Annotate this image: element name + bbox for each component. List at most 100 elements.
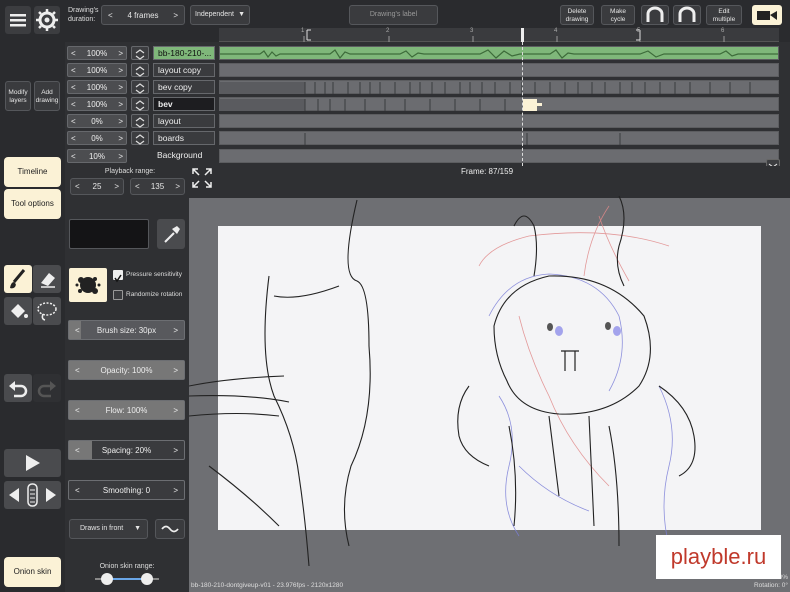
layer-opacity-stepper[interactable]: <100% > [67,46,127,60]
decrement-icon[interactable]: < [71,100,76,109]
layer-updown-icon[interactable] [131,63,149,77]
increment-icon[interactable]: > [173,366,178,375]
edit-multiple-button[interactable]: Edit multiple [706,5,742,25]
brush-preview[interactable] [69,268,107,302]
layer-track[interactable] [219,149,779,163]
increment-icon[interactable]: > [175,182,180,191]
flow-slider[interactable]: < Flow: 100% > [68,400,185,420]
layer-opacity-stepper[interactable]: <0% > [67,114,127,128]
increment-icon[interactable]: > [173,486,178,495]
decrement-icon[interactable]: < [75,486,80,495]
decrement-icon[interactable]: < [135,182,140,191]
range-start-stepper[interactable]: <25 > [70,178,124,195]
mode-dropdown[interactable]: Independent ▼ [190,5,250,25]
layer-updown-icon[interactable] [131,46,149,60]
decrement-icon[interactable]: < [75,366,80,375]
layer-name[interactable]: layout [153,114,215,128]
layer-updown-icon[interactable] [131,97,149,111]
spacing-slider[interactable]: < Spacing: 20% > [68,440,185,460]
draw-order-dropdown[interactable]: Draws in front ▼ [69,519,148,539]
waveform-icon [220,49,778,60]
decrement-icon[interactable]: < [75,326,80,335]
range-end-stepper[interactable]: <135 > [130,178,185,195]
layer-track[interactable] [219,114,779,128]
layer-track[interactable] [219,97,779,111]
decrement-icon[interactable]: < [75,446,80,455]
stabilizer-button[interactable] [155,519,185,539]
increment-icon[interactable]: > [173,446,178,455]
layer-name[interactable]: layout copy [153,63,215,77]
turn-left-button[interactable] [641,5,669,25]
onion-skin-button[interactable]: Onion skin [4,557,61,587]
layer-name[interactable]: bb-180-210-... [153,46,215,60]
layer-updown-icon[interactable] [131,80,149,94]
duration-stepper[interactable]: < 4 frames > [101,5,185,25]
frame-cells [220,99,542,111]
pressure-checkbox[interactable] [113,270,123,283]
layer-track[interactable] [219,80,779,94]
eyedropper-button[interactable] [157,219,185,249]
layer-updown-icon[interactable] [131,131,149,145]
layer-name[interactable]: boards [153,131,215,145]
menu-button[interactable] [5,6,31,34]
layer-name[interactable]: Background [153,149,215,163]
timeline-tab[interactable]: Timeline [4,157,61,187]
increment-icon[interactable]: > [118,83,123,92]
decrement-icon[interactable]: < [71,83,76,92]
increment-icon[interactable]: > [118,134,123,143]
increment-icon[interactable]: > [118,49,123,58]
camera-button[interactable] [752,5,782,25]
settings-button[interactable] [34,6,60,34]
decrement-icon[interactable]: < [71,134,76,143]
increment-icon[interactable]: > [118,152,123,161]
onion-range-slider[interactable] [95,572,159,586]
frame-scrubber[interactable] [4,481,61,509]
lasso-tool[interactable] [33,297,61,325]
turn-right-button[interactable] [673,5,701,25]
delete-drawing-button[interactable]: Delete drawing [560,5,594,25]
decrement-icon[interactable]: < [71,117,76,126]
increment-icon[interactable]: > [118,66,123,75]
modify-layers-button[interactable]: Modify layers [5,81,31,111]
increment-icon[interactable]: > [173,11,178,20]
play-button[interactable] [4,449,61,477]
brush-tool[interactable] [4,265,32,293]
layer-track[interactable] [219,131,779,145]
decrement-icon[interactable]: < [71,49,76,58]
layer-opacity-stepper[interactable]: <10% > [67,149,127,163]
decrement-icon[interactable]: < [108,11,113,20]
increment-icon[interactable]: > [173,406,178,415]
layer-opacity: 0% [91,133,103,143]
decrement-icon[interactable]: < [75,182,80,191]
layer-opacity-stepper[interactable]: <100% > [67,63,127,77]
audio-waveform-track[interactable] [219,46,779,60]
tool-options-tab[interactable]: Tool options [4,189,61,219]
layer-opacity-stepper[interactable]: <100% > [67,80,127,94]
decrement-icon[interactable]: < [71,152,76,161]
canvas-area[interactable]: Frame: 87/159 bb-180-210-dontgiveup-v01 … [189,166,790,592]
layer-name[interactable]: bev copy [153,80,215,94]
make-cycle-button[interactable]: Make cycle [601,5,635,25]
increment-icon[interactable]: > [173,326,178,335]
brush-size-slider[interactable]: < Brush size: 30px > [68,320,185,340]
randomize-checkbox[interactable] [113,290,123,300]
undo-button[interactable] [4,374,32,402]
fill-tool[interactable] [4,297,32,325]
smoothing-slider[interactable]: < Smoothing: 0 > [68,480,185,500]
decrement-icon[interactable]: < [75,406,80,415]
timeline-ruler[interactable]: 1 2 3 4 5 6 [219,28,779,42]
decrement-icon[interactable]: < [71,66,76,75]
eraser-tool[interactable] [33,265,61,293]
brush-color-swatch[interactable] [69,219,149,249]
add-drawing-button[interactable]: Add drawing [34,81,60,111]
increment-icon[interactable]: > [118,100,123,109]
layer-track[interactable] [219,63,779,77]
increment-icon[interactable]: > [114,182,119,191]
increment-icon[interactable]: > [118,117,123,126]
layer-opacity-stepper[interactable]: <0% > [67,131,127,145]
opacity-slider[interactable]: < Opacity: 100% > [68,360,185,380]
layer-updown-icon[interactable] [131,114,149,128]
drawing-label-input[interactable]: Drawing's label [349,5,438,25]
layer-name-selected[interactable]: bev [153,97,215,111]
layer-opacity-stepper[interactable]: <100% > [67,97,127,111]
